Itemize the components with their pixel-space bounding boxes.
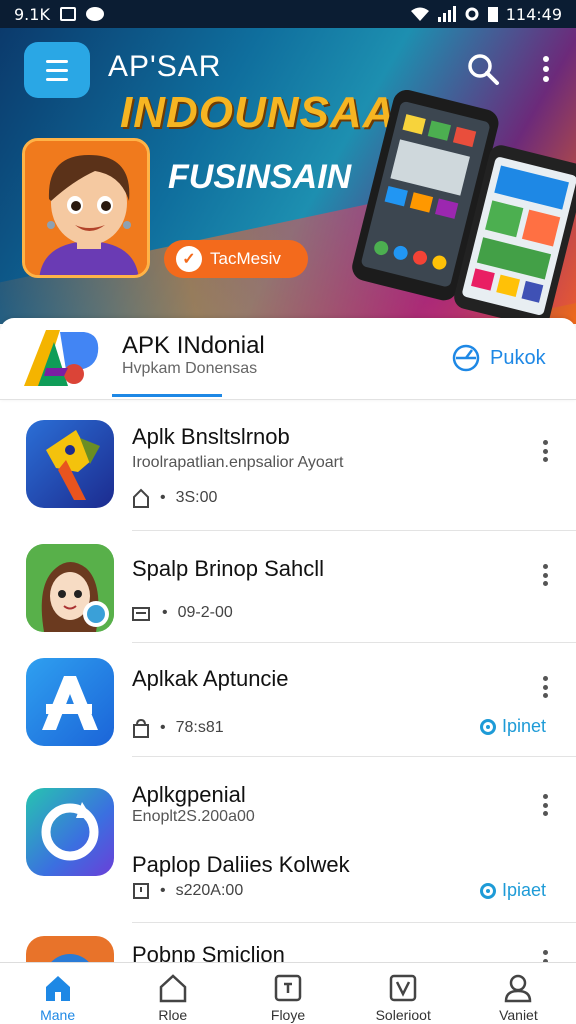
nav-item-5[interactable]: Vaniet xyxy=(461,963,576,1024)
nav-item-2[interactable]: Rloe xyxy=(115,963,230,1024)
app-meta-text: 09-2-00 xyxy=(177,604,233,621)
meta-dot: • xyxy=(160,489,166,506)
nav-item-3[interactable]: Floye xyxy=(230,963,345,1024)
featured-subtitle: Hvpkam Donensas xyxy=(122,360,258,377)
banner-subheadline: FUSINSAIN xyxy=(168,158,352,196)
app-icon xyxy=(26,658,114,746)
bottom-navigation: Mane Rloe Floye Solerioot Vaniet xyxy=(0,962,576,1024)
person-icon xyxy=(505,974,532,1003)
nav-label: Mane xyxy=(40,1007,76,1023)
more-options-icon[interactable] xyxy=(538,794,552,816)
settings-icon xyxy=(465,7,479,21)
app-list-item[interactable]: Spalp Brinop Sahcll • 09-2-00 xyxy=(0,524,576,638)
install-icon xyxy=(480,718,496,735)
app-list-item[interactable]: Aplkak Aptuncie • 78:s81 Ipinet xyxy=(0,638,576,752)
app-list-item[interactable]: Aplkgpenial Enoplt2S.200a00 Paplop Dalii… xyxy=(0,768,576,918)
home-icon xyxy=(45,976,70,1001)
app-icon xyxy=(26,788,114,876)
nav-item-4[interactable]: Solerioot xyxy=(346,963,461,1024)
featured-app-card[interactable]: APK INdonial Hvpkam Donensas Pukok xyxy=(0,318,576,400)
app-meta: • 09-2-00 xyxy=(132,604,233,622)
gallery-icon xyxy=(59,7,76,21)
more-options-icon[interactable] xyxy=(538,676,552,698)
featured-action-button[interactable]: Pukok xyxy=(452,344,546,372)
app-icon xyxy=(26,544,114,632)
bag-icon xyxy=(133,718,149,738)
wifi-icon xyxy=(410,7,429,21)
house-outline-icon xyxy=(133,488,149,508)
search-icon[interactable] xyxy=(466,52,500,86)
app-title-text: Aplk Bnsltslrnob xyxy=(132,424,290,449)
checkbox-icon xyxy=(389,974,417,1002)
hero-banner[interactable]: AP'SAR INDOUNSAA FUSINSAIN ✓ TacMesiv xyxy=(0,28,576,324)
featured-action-label: Pukok xyxy=(490,346,546,369)
check-badge-icon: ✓ xyxy=(176,246,202,272)
nav-label: Rloe xyxy=(158,1007,188,1023)
app-subtitle: Iroolrapatlian.enpsalior Ayoart xyxy=(132,454,344,471)
menu-button[interactable] xyxy=(24,42,90,98)
card-icon xyxy=(132,607,150,621)
app-meta: • 3S:00 xyxy=(132,488,217,508)
more-options-icon[interactable] xyxy=(538,440,552,462)
app-title-text: Spalp Brinop Sahcll xyxy=(132,556,325,581)
compass-icon xyxy=(452,344,480,372)
banner-cta-button[interactable]: ✓ TacMesiv xyxy=(164,240,308,278)
app-meta-text: s220A:00 xyxy=(175,882,244,899)
featured-title: APK INdonial xyxy=(122,332,265,359)
notification-icon xyxy=(85,7,104,21)
app-meta-text: 78:s81 xyxy=(175,719,224,736)
install-icon xyxy=(480,882,496,899)
app-title-text: Aplkak Aptuncie xyxy=(132,666,289,691)
more-options-icon[interactable] xyxy=(538,564,552,586)
status-left-text: 9.1K xyxy=(14,4,50,24)
install-label: Ipinet xyxy=(502,716,547,736)
app-subtitle: Enoplt2S.200a00 xyxy=(132,808,255,825)
app-secondary-title: Paplop Daliies Kolwek xyxy=(132,852,350,877)
phones-illustration xyxy=(352,90,576,324)
nav-label: Floye xyxy=(270,1007,306,1023)
install-button[interactable]: Ipiaet xyxy=(480,880,546,901)
divider xyxy=(132,922,576,923)
app-meta: • s220A:00 xyxy=(132,882,243,900)
banner-cta-label: TacMesiv xyxy=(210,249,281,268)
avatar xyxy=(22,138,150,278)
meta-dot: • xyxy=(160,719,166,736)
install-label: Ipiaet xyxy=(502,880,547,900)
nav-label: Solerioot xyxy=(375,1007,431,1023)
clock-icon xyxy=(133,883,149,899)
divider xyxy=(132,756,576,757)
meta-dot: • xyxy=(162,604,168,621)
app-title-text: Aplkgpenial xyxy=(132,782,246,807)
app-icon xyxy=(26,420,114,508)
battery-icon xyxy=(487,6,498,22)
house-outline-icon xyxy=(159,974,187,1003)
app-title-text: Pobnp Smiclion xyxy=(132,942,285,964)
install-button[interactable]: Ipinet xyxy=(480,716,546,737)
apk-logo-icon xyxy=(24,330,99,386)
app-meta-text: 3S:00 xyxy=(175,489,218,506)
nav-item-home[interactable]: Mane xyxy=(0,963,115,1024)
square-icon xyxy=(274,974,302,1002)
app-meta: • 78:s81 xyxy=(132,718,224,738)
active-tab-indicator xyxy=(112,394,222,397)
app-list-item[interactable]: Pobnp Smiclion xyxy=(0,924,576,964)
meta-dot: • xyxy=(160,882,166,899)
signal-icon xyxy=(437,6,456,22)
app-list-item[interactable]: Aplk Bnsltslrnob Iroolrapatlian.enpsalio… xyxy=(0,400,576,514)
status-time: 114:49 xyxy=(505,4,562,24)
app-title: AP'SAR xyxy=(108,50,222,83)
status-bar: 9.1K 114:49 xyxy=(0,0,576,28)
nav-label: Vaniet xyxy=(499,1007,538,1023)
app-icon xyxy=(26,936,114,964)
more-options-icon[interactable] xyxy=(536,52,556,86)
